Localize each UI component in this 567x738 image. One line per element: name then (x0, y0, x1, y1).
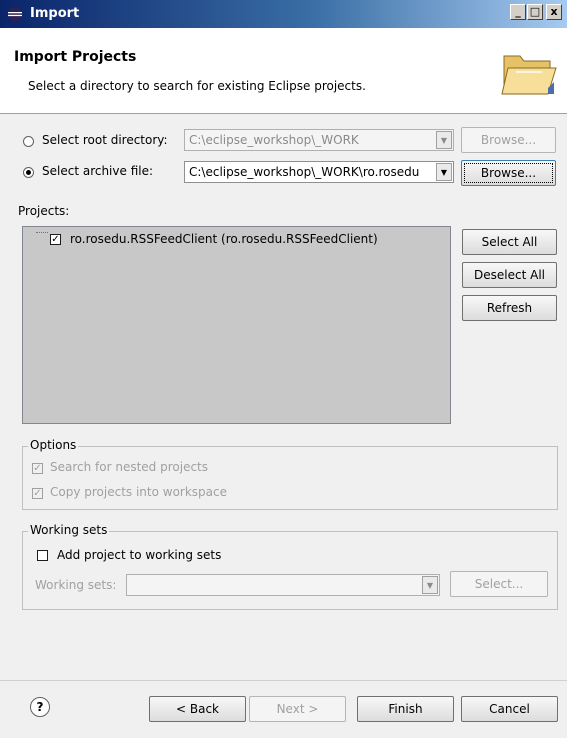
select-all-button[interactable]: Select All (462, 229, 557, 255)
minimize-button[interactable]: _ (510, 4, 526, 20)
chevron-down-icon[interactable]: ▼ (436, 163, 452, 181)
window-title: Import (30, 6, 80, 21)
archive-file-radio[interactable] (23, 167, 34, 178)
title-bar[interactable] (0, 0, 567, 28)
copy-projects-checkbox[interactable]: ✓ (32, 488, 43, 499)
chevron-down-icon[interactable]: ▼ (436, 131, 452, 149)
page-description: Select a directory to search for existin… (28, 79, 366, 93)
working-sets-label: Working sets: (35, 578, 117, 592)
archive-file-value: C:\eclipse_workshop\_WORK\ro.rosedu (189, 165, 420, 179)
options-legend: Options (28, 438, 79, 452)
cancel-button[interactable]: Cancel (461, 696, 558, 722)
root-directory-combo[interactable]: C:\eclipse_workshop\_WORK ▼ (184, 129, 454, 151)
working-sets-legend: Working sets (28, 523, 110, 537)
working-sets-combo[interactable]: ▼ (126, 574, 440, 596)
project-item-label[interactable]: ro.rosedu.RSSFeedClient (ro.rosedu.RSSFe… (70, 232, 378, 246)
deselect-all-button[interactable]: Deselect All (462, 262, 557, 288)
folder-icon (501, 55, 557, 95)
project-checkbox[interactable]: ✓ (50, 234, 61, 245)
back-button[interactable]: < Back (149, 696, 246, 722)
root-browse-button[interactable]: Browse... (461, 127, 556, 153)
finish-button[interactable]: Finish (357, 696, 454, 722)
archive-file-label: Select archive file: (42, 164, 154, 178)
close-button[interactable]: x (546, 4, 562, 20)
nested-projects-label: Search for nested projects (50, 460, 209, 474)
copy-projects-label: Copy projects into workspace (50, 485, 228, 499)
options-group (22, 446, 558, 510)
chevron-down-icon[interactable]: ▼ (422, 576, 438, 594)
wizard-header (0, 28, 567, 114)
root-directory-label: Select root directory: (42, 133, 168, 147)
eclipse-icon (8, 7, 22, 21)
root-directory-value: C:\eclipse_workshop\_WORK (189, 133, 359, 147)
projects-list[interactable] (22, 226, 451, 424)
archive-browse-button[interactable]: Browse... (461, 160, 556, 186)
archive-file-combo[interactable]: C:\eclipse_workshop\_WORK\ro.rosedu ▼ (184, 161, 454, 183)
tree-line (36, 232, 48, 234)
page-title: Import Projects (14, 49, 137, 65)
next-button[interactable]: Next > (249, 696, 346, 722)
root-directory-radio[interactable] (23, 136, 34, 147)
footer-separator (0, 680, 567, 681)
add-to-working-sets-label: Add project to working sets (57, 548, 222, 562)
maximize-button[interactable]: □ (527, 4, 543, 20)
refresh-button[interactable]: Refresh (462, 295, 557, 321)
select-working-sets-button[interactable]: Select... (450, 571, 548, 597)
projects-label: Projects: (18, 204, 70, 218)
help-icon[interactable]: ? (30, 697, 50, 717)
add-to-working-sets-checkbox[interactable] (37, 550, 48, 561)
nested-projects-checkbox[interactable]: ✓ (32, 463, 43, 474)
